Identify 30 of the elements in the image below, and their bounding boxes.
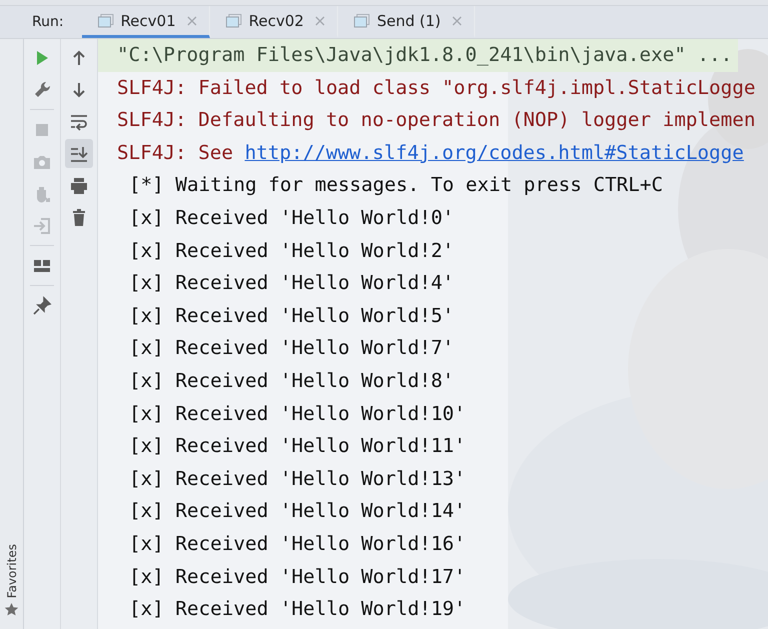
output-line: [x] Received 'Hello World!4' (128, 270, 456, 296)
output-line: [x] Received 'Hello World!11' (128, 433, 467, 460)
output-line: [x] Received 'Hello World!13' (128, 466, 467, 492)
output-line: [x] Received 'Hello World!14' (128, 498, 467, 524)
scroll-end-button[interactable] (65, 139, 93, 168)
output-line: [*] Waiting for messages. To exit press CTRL+C (128, 172, 664, 198)
window-icon (98, 14, 114, 28)
tab[interactable]: Send (1) (338, 6, 475, 38)
output-line: [x] Received 'Hello World!0' (128, 204, 456, 231)
favorites-label[interactable]: Favorites (4, 544, 18, 598)
window-icon (354, 14, 370, 28)
log-line: SLF4J: Defaulting to no-operation (NOP) logger implemen (116, 107, 756, 134)
star-icon[interactable] (4, 602, 19, 617)
exit-icon (32, 216, 52, 236)
log-line: SLF4J: See (117, 140, 234, 166)
printer-icon (69, 176, 89, 196)
output-line: [x] Received 'Hello World!2' (128, 238, 456, 264)
log-line: SLF4J: Failed to load class "org.slf4j.impl.StaticLogge (116, 74, 756, 101)
pin-icon (32, 296, 52, 316)
output-line: [x] Received 'Hello World!19' (128, 596, 467, 622)
tab[interactable]: Recv02 (210, 6, 338, 38)
output-line: [x] Received 'Hello World!5' (128, 302, 456, 329)
window-icon (226, 14, 242, 28)
run-label: Run: (31, 14, 65, 30)
output-line: [x] Received 'Hello World!10' (128, 400, 467, 427)
output-line: [x] Received 'Hello World!17' (128, 564, 467, 590)
output-line: [x] Received 'Hello World!7' (128, 335, 456, 362)
output-line: [x] Received 'Hello World!8' (128, 368, 456, 394)
output-line: [x] Received 'Hello World!16' (128, 530, 467, 557)
link[interactable]: http://www.slf4j.org/codes.html#StaticLogge (244, 136, 744, 170)
